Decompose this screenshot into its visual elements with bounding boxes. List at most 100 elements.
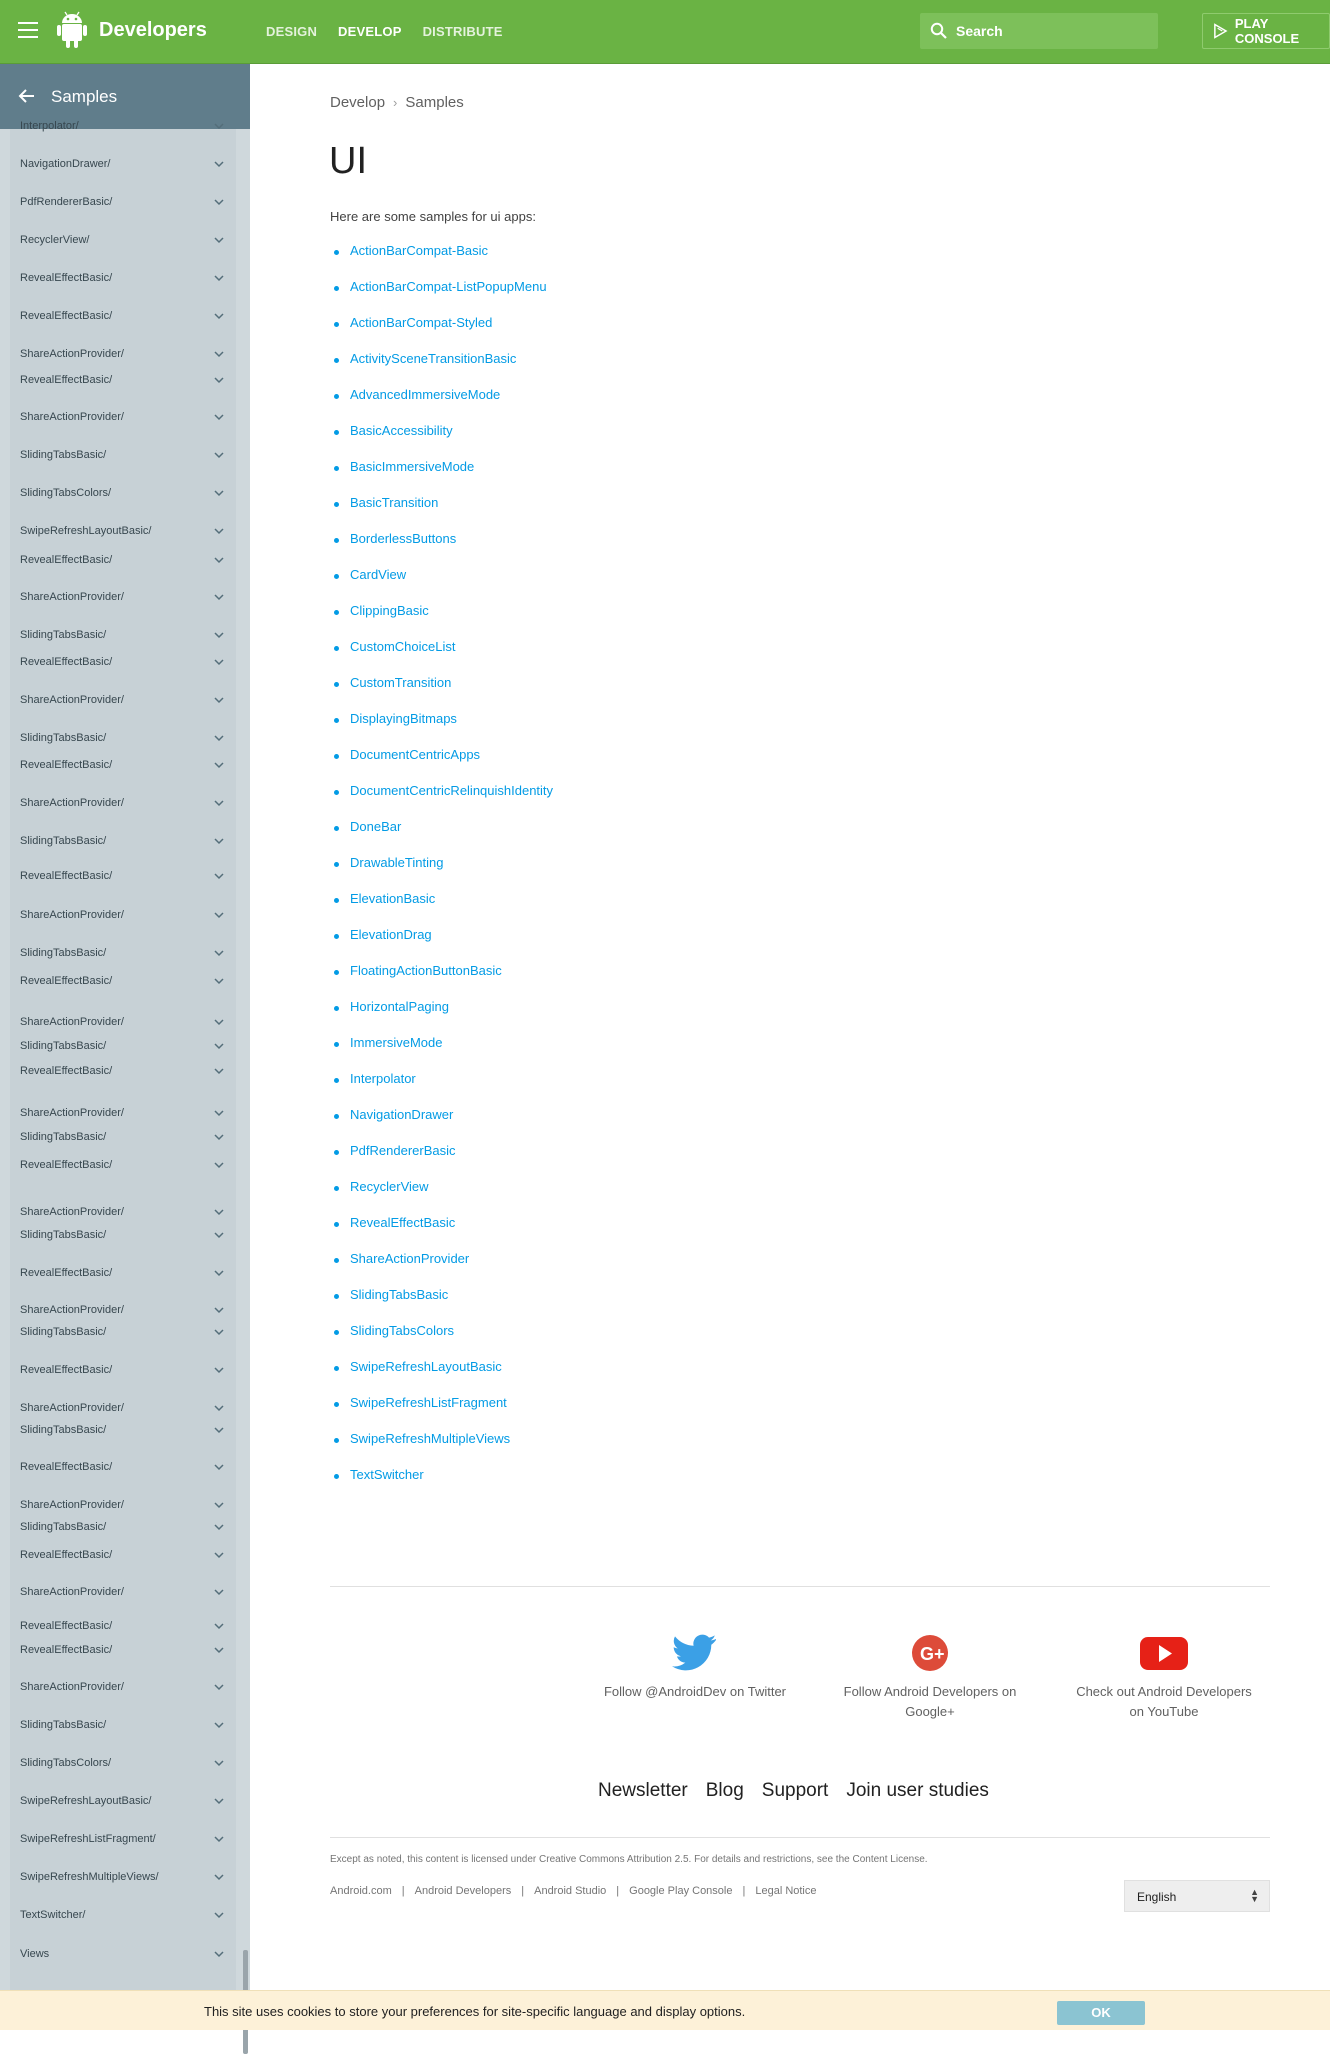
chevron-down-icon[interactable] (213, 948, 225, 958)
sidebar-item[interactable]: RevealEffectBasic/ (10, 1616, 236, 1638)
sidebar-item[interactable]: SlidingTabsBasic/ (10, 625, 236, 647)
sample-link[interactable]: ImmersiveMode (350, 1035, 442, 1050)
sidebar-item[interactable]: Views (10, 1944, 236, 1966)
chevron-down-icon[interactable] (213, 630, 225, 640)
footer-link-support[interactable]: Support (762, 1780, 829, 1802)
chevron-down-icon[interactable] (213, 1872, 225, 1882)
site-link-legal-notice[interactable]: Legal Notice (755, 1885, 816, 1897)
sidebar-item[interactable]: ShareActionProvider/ (10, 587, 236, 609)
nav-design[interactable]: DESIGN (266, 24, 317, 39)
sidebar-item[interactable]: SlidingTabsBasic/ (10, 831, 236, 853)
chevron-down-icon[interactable] (213, 488, 225, 498)
sample-link[interactable]: BasicImmersiveMode (350, 459, 474, 474)
sidebar-item[interactable]: SlidingTabsBasic/ (10, 1715, 236, 1737)
brand-name[interactable]: Developers (99, 19, 207, 42)
site-link-play-console[interactable]: Google Play Console (629, 1885, 732, 1897)
chevron-down-icon[interactable] (213, 1207, 225, 1217)
sidebar-item[interactable]: RevealEffectBasic/ (10, 755, 236, 777)
sidebar-item[interactable]: RevealEffectBasic/ (10, 1457, 236, 1479)
chevron-down-icon[interactable] (213, 1268, 225, 1278)
sample-link[interactable]: Interpolator (350, 1071, 416, 1086)
sample-link[interactable]: CardView (350, 567, 406, 582)
chevron-down-icon[interactable] (213, 1108, 225, 1118)
sidebar-item[interactable]: ShareActionProvider/ (10, 1495, 236, 1517)
chevron-down-icon[interactable] (213, 1910, 225, 1920)
sidebar-item[interactable]: SwipeRefreshLayoutBasic/ (10, 1791, 236, 1813)
sample-link[interactable]: NavigationDrawer (350, 1107, 453, 1122)
nav-distribute[interactable]: DISTRIBUTE (423, 24, 503, 39)
footer-link-newsletter[interactable]: Newsletter (598, 1780, 688, 1802)
footer-link-blog[interactable]: Blog (706, 1780, 744, 1802)
breadcrumb-develop[interactable]: Develop (330, 94, 385, 111)
sidebar-item[interactable]: RevealEffectBasic/ (10, 550, 236, 572)
cookie-ok-button[interactable]: OK (1057, 2001, 1145, 2025)
chevron-down-icon[interactable] (213, 976, 225, 986)
site-link-android-com[interactable]: Android.com (330, 1885, 392, 1897)
sidebar-item[interactable]: RevealEffectBasic/ (10, 1263, 236, 1285)
sidebar-item[interactable]: RevealEffectBasic/ (10, 1061, 236, 1083)
sidebar-item[interactable]: SlidingTabsBasic/ (10, 1322, 236, 1344)
sidebar-item[interactable]: ShareActionProvider/ (10, 407, 236, 429)
chevron-down-icon[interactable] (213, 1327, 225, 1337)
sidebar-item[interactable]: RevealEffectBasic/ (10, 652, 236, 674)
chevron-down-icon[interactable] (213, 1403, 225, 1413)
chevron-down-icon[interactable] (213, 1522, 225, 1532)
sidebar-item[interactable]: ShareActionProvider/ (10, 344, 236, 366)
chevron-down-icon[interactable] (213, 1550, 225, 1560)
chevron-down-icon[interactable] (213, 1796, 225, 1806)
chevron-down-icon[interactable] (213, 1425, 225, 1435)
chevron-down-icon[interactable] (213, 311, 225, 321)
chevron-down-icon[interactable] (213, 871, 225, 881)
chevron-down-icon[interactable] (213, 1041, 225, 1051)
sample-link[interactable]: HorizontalPaging (350, 999, 449, 1014)
sidebar-item[interactable]: RevealEffectBasic/ (10, 306, 236, 328)
chevron-down-icon[interactable] (213, 1949, 225, 1959)
site-link-android-studio[interactable]: Android Studio (534, 1885, 606, 1897)
chevron-down-icon[interactable] (213, 555, 225, 565)
chevron-down-icon[interactable] (213, 1587, 225, 1597)
sidebar-item[interactable]: ShareActionProvider/ (10, 1582, 236, 1604)
chevron-down-icon[interactable] (213, 1682, 225, 1692)
footer-link-user-studies[interactable]: Join user studies (846, 1780, 989, 1802)
sample-link[interactable]: DisplayingBitmaps (350, 711, 457, 726)
sample-link[interactable]: SwipeRefreshMultipleViews (350, 1431, 510, 1446)
sample-link[interactable]: RecyclerView (350, 1179, 429, 1194)
sidebar-item[interactable]: ShareActionProvider/ (10, 1398, 236, 1420)
chevron-down-icon[interactable] (213, 1720, 225, 1730)
sample-link[interactable]: DoneBar (350, 819, 401, 834)
sidebar-item[interactable]: SlidingTabsBasic/ (10, 1036, 236, 1058)
sidebar-item[interactable]: SlidingTabsBasic/ (10, 1225, 236, 1247)
sidebar-item[interactable]: SlidingTabsColors/ (10, 1753, 236, 1775)
sample-link[interactable]: BasicAccessibility (350, 423, 453, 438)
sample-link[interactable]: PdfRendererBasic (350, 1143, 456, 1158)
sidebar-item[interactable]: RevealEffectBasic/ (10, 1545, 236, 1567)
sample-link[interactable]: BasicTransition (350, 495, 438, 510)
nav-develop[interactable]: DEVELOP (338, 24, 402, 39)
sample-link[interactable]: ElevationBasic (350, 891, 435, 906)
chevron-down-icon[interactable] (213, 121, 225, 131)
sidebar-item[interactable]: RecyclerView/ (10, 230, 236, 252)
chevron-down-icon[interactable] (213, 695, 225, 705)
sample-link[interactable]: AdvancedImmersiveMode (350, 387, 500, 402)
chevron-down-icon[interactable] (213, 760, 225, 770)
sidebar-item[interactable]: NavigationDrawer/ (10, 154, 236, 176)
sample-link[interactable]: ClippingBasic (350, 603, 429, 618)
sidebar-item[interactable]: ShareActionProvider/ (10, 1012, 236, 1034)
chevron-down-icon[interactable] (213, 1017, 225, 1027)
sidebar-item[interactable]: SlidingTabsBasic/ (10, 1127, 236, 1149)
chevron-down-icon[interactable] (213, 910, 225, 920)
sample-link[interactable]: ActionBarCompat-Styled (350, 315, 492, 330)
sample-link[interactable]: CustomChoiceList (350, 639, 456, 654)
sidebar-item[interactable]: SlidingTabsColors/ (10, 483, 236, 505)
sidebar-item[interactable]: SwipeRefreshListFragment/ (10, 1829, 236, 1851)
sample-link[interactable]: SlidingTabsBasic (350, 1287, 448, 1302)
site-link-android-developers[interactable]: Android Developers (415, 1885, 512, 1897)
chevron-down-icon[interactable] (213, 1305, 225, 1315)
sidebar-item[interactable]: Interpolator/ (10, 116, 236, 138)
chevron-down-icon[interactable] (213, 1365, 225, 1375)
chevron-down-icon[interactable] (213, 197, 225, 207)
chevron-down-icon[interactable] (213, 159, 225, 169)
sidebar-item[interactable]: RevealEffectBasic/ (10, 971, 236, 993)
chevron-down-icon[interactable] (213, 592, 225, 602)
sidebar-item[interactable]: ShareActionProvider/ (10, 1300, 236, 1322)
